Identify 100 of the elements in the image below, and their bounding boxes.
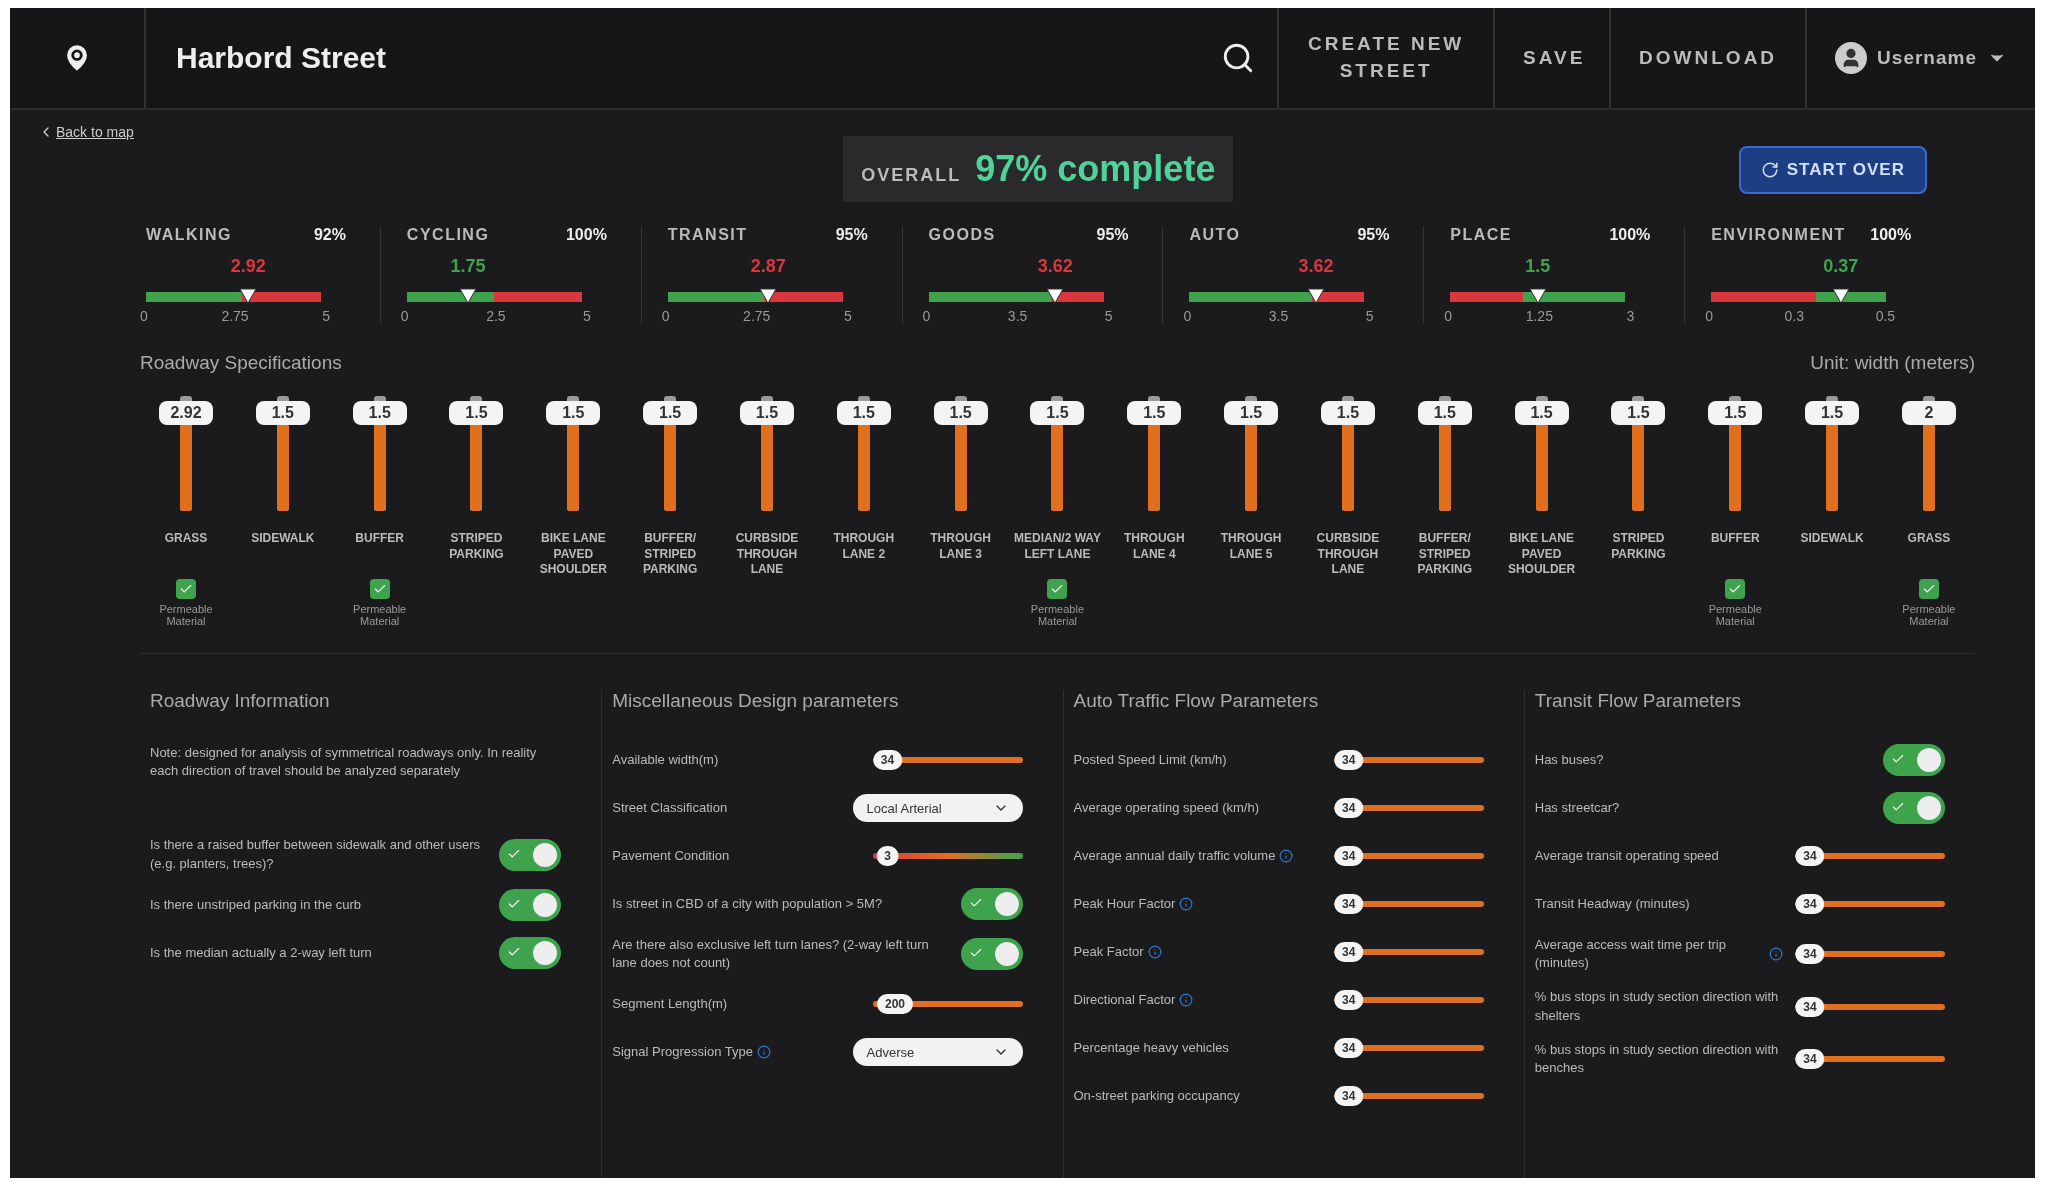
slider-thumb[interactable]: 34	[1334, 1086, 1364, 1106]
toggle-switch[interactable]	[499, 888, 562, 921]
slider-thumb[interactable]: 34	[1795, 846, 1825, 866]
header-button[interactable]: CREATE NEW STREET	[1301, 30, 1472, 86]
toggle-switch[interactable]	[960, 938, 1023, 971]
slider-thumb[interactable]: 34	[1334, 846, 1364, 866]
slider-thumb[interactable]: 1.5	[1805, 401, 1860, 426]
lane-slider[interactable]: 1.5	[1511, 380, 1572, 527]
lane-slider[interactable]: 2	[1898, 380, 1959, 527]
slider-thumb[interactable]: 34	[1334, 990, 1364, 1010]
slider-thumb[interactable]: 1.5	[255, 401, 310, 426]
checkbox[interactable]	[176, 579, 196, 599]
slider-thumb[interactable]: 1.5	[1514, 401, 1569, 426]
toggle-switch[interactable]	[1883, 744, 1945, 776]
slider-thumb[interactable]: 34	[1334, 942, 1364, 962]
slider[interactable]: 34	[1795, 992, 1945, 1021]
slider-thumb[interactable]: 34	[1334, 750, 1364, 770]
lane-slider[interactable]: 1.5	[252, 380, 313, 527]
slider-thumb[interactable]: 200	[877, 994, 913, 1015]
slider-thumb[interactable]: 1.5	[1611, 401, 1666, 426]
lane-slider[interactable]: 1.5	[543, 380, 604, 527]
slider-thumb[interactable]: 34	[1334, 894, 1364, 914]
slider-thumb[interactable]: 34	[1334, 798, 1364, 818]
slider-thumb[interactable]: 1.5	[449, 401, 504, 426]
checkbox[interactable]	[1918, 579, 1939, 599]
slider-thumb[interactable]: 34	[1795, 944, 1825, 965]
user-menu[interactable]: Username	[1829, 41, 2013, 75]
slider[interactable]: 34	[1795, 940, 1945, 969]
lane-slider[interactable]: 1.5	[736, 380, 797, 527]
info-icon[interactable]	[1179, 897, 1194, 911]
start-over-button[interactable]: START OVER	[1738, 146, 1927, 194]
slider-thumb[interactable]: 1.5	[643, 401, 698, 426]
slider-thumb[interactable]: 34	[1795, 996, 1825, 1017]
info-icon[interactable]	[1147, 945, 1162, 959]
slider-thumb[interactable]: 1.5	[933, 401, 988, 426]
slider[interactable]: 34	[1333, 986, 1484, 1014]
field-label: Has buses?	[1534, 750, 1604, 769]
lane-slider[interactable]: 2.92	[156, 380, 216, 527]
header-button[interactable]: DOWNLOAD	[1633, 43, 1784, 73]
lane-slider[interactable]: 1.5	[1317, 380, 1378, 527]
toggle-switch[interactable]	[1883, 792, 1945, 824]
header-button[interactable]: SAVE	[1517, 43, 1588, 73]
slider[interactable]: 34	[1333, 1034, 1484, 1062]
slider-thumb[interactable]: 1.5	[1224, 401, 1279, 426]
lane-slider[interactable]: 1.5	[1027, 380, 1088, 527]
info-icon[interactable]	[1279, 849, 1294, 863]
lane-slider[interactable]: 1.5	[1414, 380, 1475, 527]
slider[interactable]: 34	[1333, 842, 1484, 870]
slider-thumb[interactable]: 2	[1901, 401, 1956, 426]
slider-thumb[interactable]: 34	[1795, 1048, 1825, 1069]
lane-slider[interactable]: 1.5	[833, 380, 894, 527]
lane-slider[interactable]: 1.5	[1124, 380, 1185, 527]
lane-slider[interactable]: 1.5	[640, 380, 701, 527]
score-value: 2.92	[230, 256, 266, 277]
slider-thumb[interactable]: 1.5	[546, 401, 601, 426]
slider-thumb[interactable]: 1.5	[739, 401, 794, 426]
lane-slider[interactable]: 1.5	[1705, 380, 1766, 527]
slider[interactable]: 34	[1795, 1044, 1945, 1073]
slider[interactable]: 34	[1333, 794, 1484, 822]
lane-slider[interactable]: 1.5	[446, 380, 507, 527]
slider-thumb[interactable]: 1.5	[1708, 401, 1763, 426]
slider-thumb[interactable]: 34	[1795, 894, 1825, 914]
slider[interactable]: 34	[1795, 842, 1945, 870]
back-link[interactable]: Back to map	[38, 124, 338, 140]
slider[interactable]: 34	[1795, 890, 1945, 918]
lane-slider[interactable]: 1.5	[930, 380, 991, 527]
lane-slider[interactable]: 1.5	[1608, 380, 1669, 527]
lane-slider[interactable]: 1.5	[349, 380, 410, 527]
slider-thumb[interactable]: 1.5	[1320, 401, 1375, 426]
toggle-switch[interactable]	[499, 936, 562, 969]
dropdown[interactable]: Adverse	[852, 1038, 1023, 1067]
slider[interactable]: 34	[1333, 890, 1484, 918]
slider[interactable]: 34	[872, 746, 1023, 774]
info-icon[interactable]	[1179, 993, 1194, 1007]
toggle-switch[interactable]	[499, 838, 562, 871]
toggle-switch[interactable]	[960, 888, 1023, 920]
slider[interactable]: 34	[1333, 746, 1484, 774]
slider-thumb[interactable]: 1.5	[1127, 401, 1182, 426]
slider-thumb[interactable]: 1.5	[1417, 401, 1472, 426]
refresh-icon	[1760, 161, 1779, 179]
slider-thumb[interactable]: 34	[872, 750, 903, 770]
info-icon[interactable]	[756, 1045, 771, 1060]
slider-thumb[interactable]: 34	[1334, 1038, 1364, 1058]
slider-thumb[interactable]: 2.92	[159, 401, 213, 426]
checkbox[interactable]	[1047, 579, 1068, 599]
slider[interactable]: 34	[1333, 938, 1484, 966]
slider-thumb[interactable]: 1.5	[836, 401, 891, 426]
info-icon[interactable]	[1769, 947, 1783, 962]
checkbox[interactable]	[369, 579, 390, 599]
slider[interactable]: 34	[1333, 1082, 1484, 1110]
dropdown[interactable]: Local Arterial	[852, 794, 1023, 822]
slider[interactable]: 200	[872, 990, 1023, 1019]
slider-thumb[interactable]: 3	[876, 846, 899, 866]
lane-slider[interactable]: 1.5	[1221, 380, 1282, 527]
checkbox[interactable]	[1725, 579, 1746, 599]
slider-thumb[interactable]: 1.5	[1030, 401, 1085, 426]
score-value: 1.5	[1525, 256, 1551, 277]
lane-slider[interactable]: 1.5	[1802, 380, 1863, 527]
slider-thumb[interactable]: 1.5	[352, 401, 407, 426]
slider[interactable]: 3	[872, 842, 1023, 870]
